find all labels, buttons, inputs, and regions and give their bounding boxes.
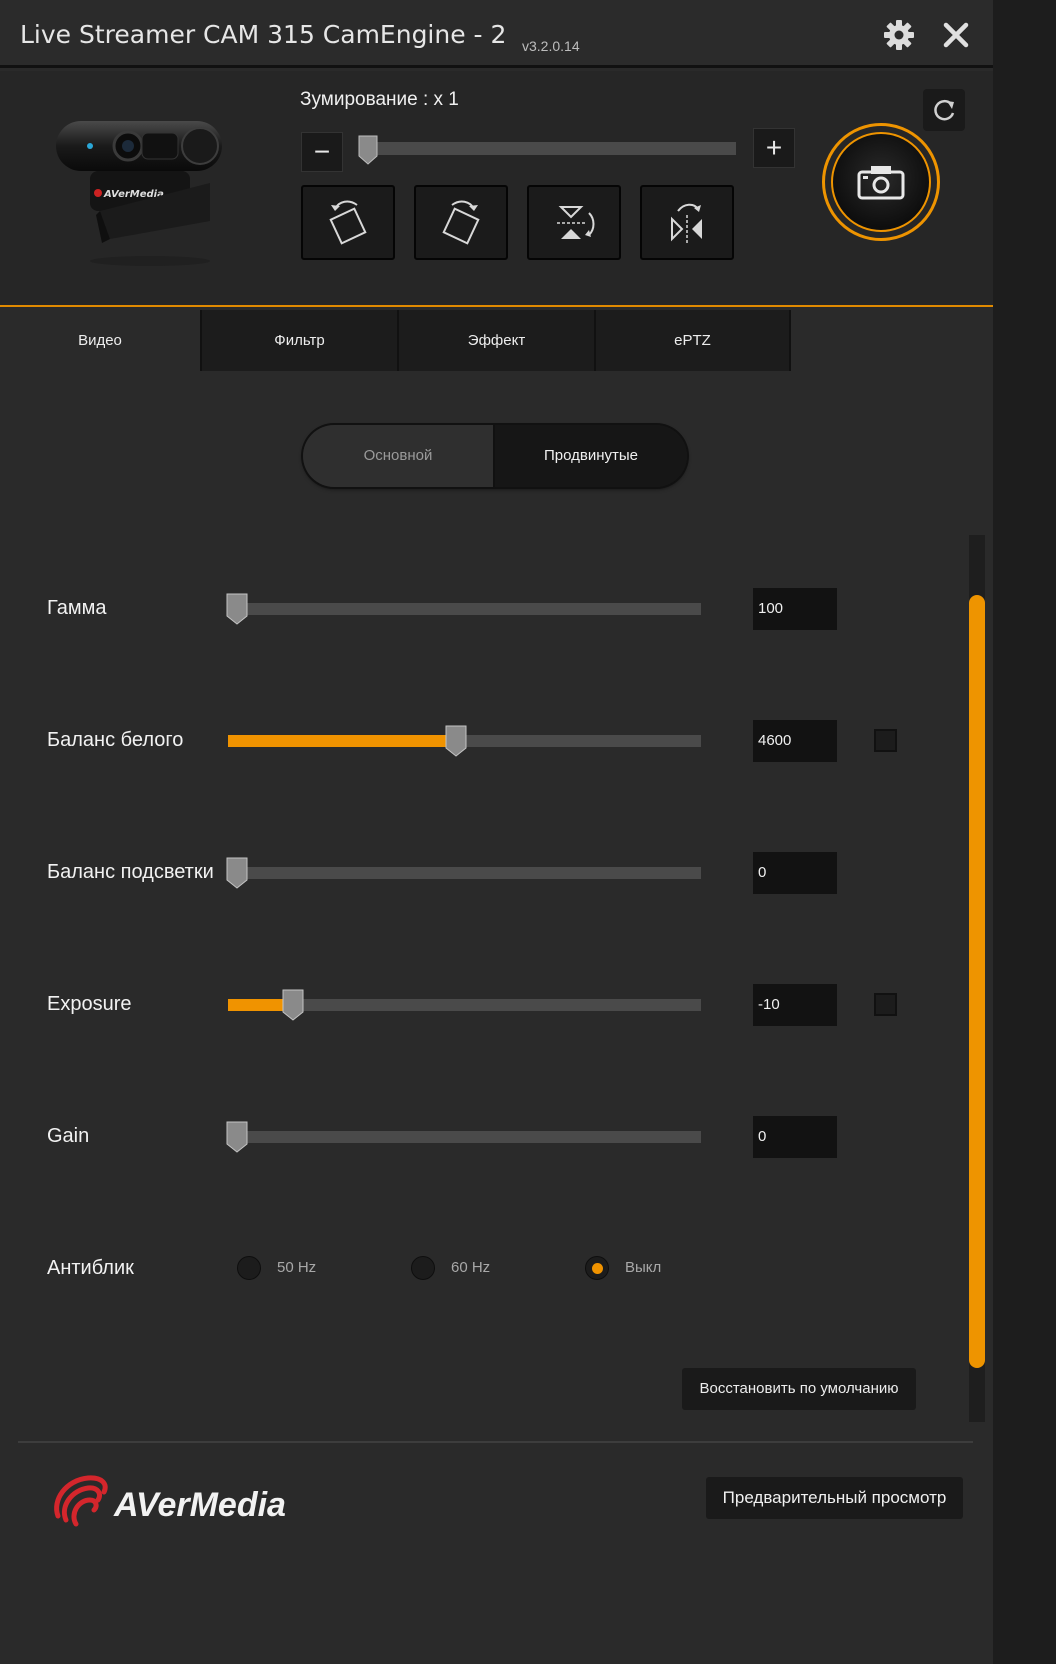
zoom-in-button[interactable]: +	[753, 128, 795, 168]
white-balance-slider-fill	[228, 735, 457, 747]
backlight-value[interactable]: 0	[753, 852, 837, 894]
preview-button[interactable]: Предварительный просмотр	[706, 1477, 963, 1519]
mode-switch: Основной Продвинутые	[303, 425, 687, 487]
rotate-right-button[interactable]	[414, 185, 508, 260]
camera-icon	[857, 166, 905, 200]
white-balance-value[interactable]: 4600	[753, 720, 837, 762]
gain-label: Gain	[47, 1125, 90, 1147]
mode-advanced-button[interactable]: Продвинутые	[495, 425, 687, 487]
zoom-out-button[interactable]: −	[301, 132, 343, 172]
gamma-slider[interactable]	[228, 603, 701, 615]
exposure-label: Exposure	[47, 993, 132, 1015]
gear-icon[interactable]	[882, 18, 916, 52]
avermedia-logo: AVerMedia	[48, 1470, 328, 1532]
tab-eptz[interactable]: ePTZ	[594, 310, 791, 371]
exposure-slider-thumb[interactable]	[282, 989, 304, 1021]
white-balance-auto-checkbox[interactable]	[874, 729, 897, 752]
tab-effect[interactable]: Эффект	[397, 310, 594, 371]
tab-video[interactable]: Видео	[0, 310, 200, 371]
rotate-left-button[interactable]	[301, 185, 395, 260]
camera-control-panel: AVerMedia Зумирование : x 1 − +	[0, 71, 993, 307]
scrollbar-thumb[interactable]	[969, 595, 985, 1368]
window-title: Live Streamer CAM 315 CamEngine - 2	[20, 20, 507, 49]
antiflicker-50hz-label: 50 Hz	[277, 1259, 317, 1276]
gamma-value[interactable]: 100	[753, 588, 837, 630]
zoom-slider-track[interactable]	[360, 142, 736, 155]
gamma-label: Гамма	[47, 597, 107, 619]
antiflicker-off-label: Выкл	[625, 1259, 662, 1276]
rotate-left-icon	[329, 200, 367, 245]
gain-slider-thumb[interactable]	[226, 1121, 248, 1153]
tab-bar: Видео Фильтр Эффект ePTZ	[0, 310, 993, 371]
exposure-auto-checkbox[interactable]	[874, 993, 897, 1016]
zoom-label: Зумирование : x 1	[300, 89, 459, 110]
mode-basic-button[interactable]: Основной	[303, 425, 495, 487]
antiflicker-60hz-radio[interactable]	[411, 1256, 435, 1280]
mirror-horizontal-icon	[671, 203, 702, 243]
app-window: Live Streamer CAM 315 CamEngine - 2 v3.2…	[0, 0, 993, 1664]
backlight-label: Баланс подсветки	[47, 861, 214, 883]
backlight-slider[interactable]	[228, 867, 701, 879]
mirror-horizontal-button[interactable]	[640, 185, 734, 260]
antiflicker-50hz-radio[interactable]	[237, 1256, 261, 1280]
antiflicker-60hz-label: 60 Hz	[451, 1259, 491, 1276]
gamma-slider-thumb[interactable]	[226, 593, 248, 625]
restore-defaults-button[interactable]: Восстановить по умолчанию	[682, 1368, 916, 1410]
webcam-image: AVerMedia	[50, 111, 230, 271]
antiflicker-label: Антиблик	[47, 1257, 134, 1279]
white-balance-slider-thumb[interactable]	[445, 725, 467, 757]
brand-text: AVerMedia	[113, 1486, 286, 1524]
close-icon[interactable]	[940, 18, 972, 52]
snapshot-button[interactable]	[822, 123, 940, 241]
backlight-slider-thumb[interactable]	[226, 857, 248, 889]
gain-slider[interactable]	[228, 1131, 701, 1143]
flip-vertical-button[interactable]	[527, 185, 621, 260]
exposure-value[interactable]: -10	[753, 984, 837, 1026]
white-balance-label: Баланс белого	[47, 729, 184, 751]
refresh-icon[interactable]	[923, 89, 965, 131]
zoom-slider-thumb[interactable]	[358, 135, 378, 165]
rotate-right-icon	[442, 200, 480, 245]
tab-filter[interactable]: Фильтр	[200, 310, 397, 371]
title-bar: Live Streamer CAM 315 CamEngine - 2 v3.2…	[0, 0, 993, 68]
version-label: v3.2.0.14	[522, 38, 580, 54]
gain-value[interactable]: 0	[753, 1116, 837, 1158]
flip-vertical-icon	[557, 205, 595, 239]
footer-divider	[18, 1441, 973, 1443]
antiflicker-off-radio[interactable]	[585, 1256, 609, 1280]
